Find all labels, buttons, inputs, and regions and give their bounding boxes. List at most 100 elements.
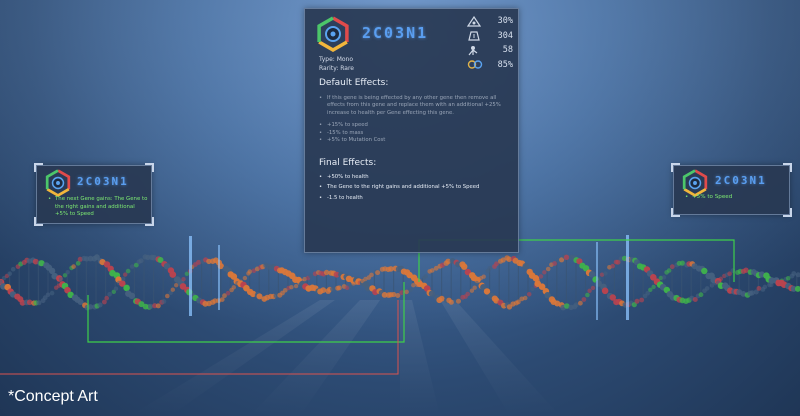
dna-bead <box>107 292 112 297</box>
cost-icon <box>468 45 478 56</box>
dna-bead <box>330 286 336 292</box>
dna-bead <box>542 270 547 275</box>
stat-compatibility: 85% <box>467 58 513 73</box>
dna-bead <box>448 299 454 305</box>
dna-bead <box>428 290 436 297</box>
stat-cost: 58 <box>467 43 513 58</box>
dna-bead <box>408 287 413 293</box>
default-effects-title: Default Effects: <box>319 78 389 88</box>
dna-bead <box>601 287 609 295</box>
gene-type: Type: Mono <box>319 56 354 63</box>
dna-bead <box>242 275 248 281</box>
gene-marker-right-2[interactable] <box>626 235 629 320</box>
gene-marker-left-2[interactable] <box>218 245 220 310</box>
dna-bead <box>456 298 461 304</box>
gene-rarity: Rarity: Rare <box>319 65 354 72</box>
hexagon-gene-icon <box>317 16 349 52</box>
dna-bead <box>530 286 535 292</box>
dna-bead <box>718 276 724 281</box>
gene-name: 2C03N1 <box>715 174 767 187</box>
gene-name: 2C03N1 <box>362 24 429 42</box>
dna-bead <box>129 264 135 269</box>
dna-bead <box>155 303 161 309</box>
dna-bead <box>585 292 590 298</box>
dna-bead <box>639 297 645 303</box>
dna-bead <box>369 272 374 278</box>
dna-bead <box>698 292 704 298</box>
dna-bead <box>45 292 51 298</box>
stat-value: 58 <box>502 45 513 56</box>
dna-bead <box>603 271 608 276</box>
gene-marker-right-1[interactable] <box>596 242 598 320</box>
gene-tooltip-main: 2C03N1 30% 304 58 85% Type: Mono Rarity:… <box>304 8 519 253</box>
dna-bead <box>669 264 675 270</box>
gene-effect: +5% to Speed <box>685 194 732 200</box>
dna-bead <box>461 263 468 270</box>
dna-bead <box>522 295 528 301</box>
dna-bead <box>247 269 253 274</box>
stat-value: 304 <box>497 30 513 41</box>
dna-bead <box>97 302 103 308</box>
dna-bead <box>487 266 493 271</box>
dna-bead <box>58 277 64 282</box>
gene-effects: +5% to Speed <box>685 194 732 200</box>
final-effects-title: Final Effects: <box>319 158 377 168</box>
final-effects-list: +50% to health The Gene to the right gai… <box>319 174 509 203</box>
gene-effect: The next Gene gains: The Gene to the rig… <box>48 196 148 219</box>
gene-meta: Type: Mono Rarity: Rare <box>319 55 354 73</box>
dna-bead <box>120 276 126 282</box>
default-effects-list: If this gene is being effected by any ot… <box>319 95 509 145</box>
stat-mass: 304 <box>467 29 513 44</box>
gene-tooltip-left: 2C03N1 The next Gene gains: The Gene to … <box>34 163 154 226</box>
dna-bead <box>123 272 128 277</box>
dna-bead <box>138 258 144 264</box>
concept-art-caption: *Concept Art <box>8 388 98 405</box>
stat-mutation: 30% <box>467 14 513 29</box>
gene-effects: The next Gene gains: The Gene to the rig… <box>48 196 148 219</box>
dna-bead <box>791 271 797 276</box>
stat-value: 85% <box>497 59 513 70</box>
dna-bead <box>125 268 131 274</box>
gene-marker-left-1[interactable] <box>189 236 192 316</box>
dna-bead <box>661 275 667 280</box>
dna-bead <box>36 300 42 306</box>
dna-bead <box>581 297 587 302</box>
dna-bead <box>526 292 532 297</box>
dna-bead <box>404 289 409 295</box>
dna-bead <box>174 283 179 288</box>
dna-bead <box>666 268 672 273</box>
dna-bead <box>578 300 583 306</box>
gene-name: 2C03N1 <box>77 175 129 188</box>
default-effect: +5% to Mutation Cost <box>319 137 509 145</box>
stat-value: 30% <box>497 16 513 27</box>
dna-bead <box>161 299 167 304</box>
dna-bead <box>170 287 175 292</box>
hexagon-gene-icon <box>45 169 71 197</box>
compatibility-icon <box>467 60 483 69</box>
gene-tooltip-right: 2C03N1 +5% to Speed <box>671 163 792 217</box>
dna-bead <box>756 286 762 291</box>
dna-bead <box>762 284 768 290</box>
dna-bead <box>474 280 479 286</box>
dna-bead <box>651 284 656 290</box>
dna-bead <box>113 286 119 291</box>
dna-bead <box>104 295 109 301</box>
dna-bead <box>465 291 471 297</box>
final-effect: -1.5 to health <box>319 195 509 203</box>
dna-bead <box>102 299 107 305</box>
dna-bead <box>169 271 177 278</box>
dna-bead <box>563 254 570 260</box>
dna-bead <box>165 293 170 299</box>
mutation-chance-icon <box>467 15 481 27</box>
gene-stats: 30% 304 58 85% <box>467 14 513 72</box>
dna-bead <box>123 284 130 292</box>
default-effect: -15% to mass <box>319 130 509 138</box>
dna-bead <box>49 290 55 296</box>
dna-bead <box>7 271 12 277</box>
dna-bead <box>704 286 710 291</box>
dna-bead <box>545 266 551 272</box>
dna-bead <box>411 283 416 288</box>
dna-bead <box>395 293 401 298</box>
dna-bead <box>481 274 486 279</box>
dna-bead <box>423 274 428 279</box>
